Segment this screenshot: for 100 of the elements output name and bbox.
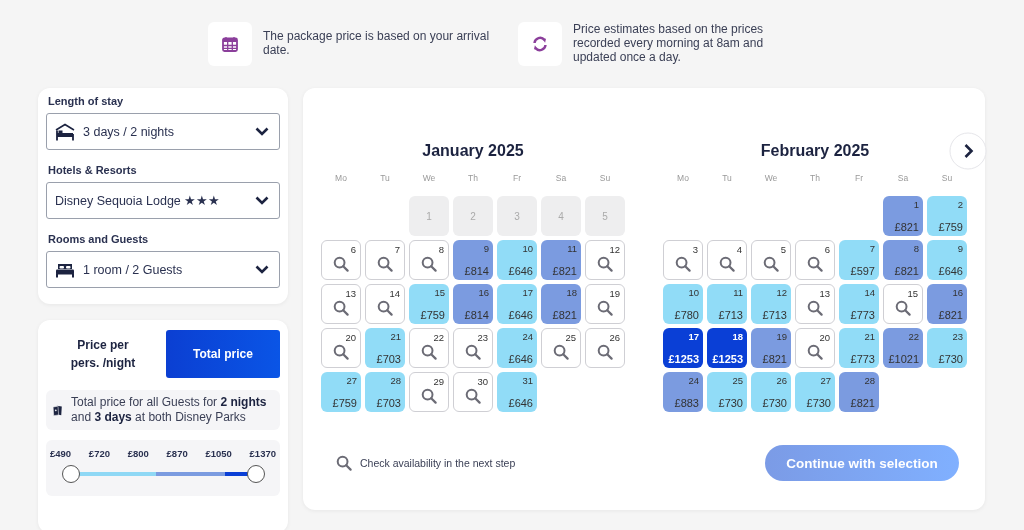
day-cell[interactable]: 12	[585, 240, 625, 280]
day-cell[interactable]: 7	[365, 240, 405, 280]
day-number: 11	[567, 243, 577, 255]
search-icon	[807, 256, 823, 272]
search-icon	[421, 344, 437, 360]
day-cell[interactable]: 10 £780	[663, 284, 703, 324]
day-cell[interactable]: 28 £703	[365, 372, 405, 412]
day-cell[interactable]: 31 £646	[497, 372, 537, 412]
price-text: £759	[420, 309, 445, 322]
day-cell[interactable]: 24 £646	[497, 328, 537, 368]
day-number: 16	[952, 287, 963, 299]
slider-handle[interactable]	[247, 465, 265, 483]
day-cell[interactable]: 12 £713	[751, 284, 791, 324]
day-number: 19	[609, 288, 620, 300]
day-cell[interactable]: 18 £821	[541, 284, 581, 324]
day-cell[interactable]: 15 £759	[409, 284, 449, 324]
day-number: 14	[389, 288, 400, 300]
day-cell[interactable]: 21 £703	[365, 328, 405, 368]
day-number: 21	[864, 331, 875, 343]
day-cell[interactable]: 17 £646	[497, 284, 537, 324]
day-cell[interactable]: 16 £821	[927, 284, 967, 324]
day-cell[interactable]: 26	[585, 328, 625, 368]
day-cell[interactable]: 21 £773	[839, 328, 879, 368]
search-icon	[597, 300, 613, 316]
price-text: £773	[850, 309, 875, 322]
price-label: £800	[127, 448, 149, 459]
day-cell[interactable]: 23	[453, 328, 493, 368]
day-cell[interactable]: 27 £730	[795, 372, 835, 412]
slider-handle[interactable]	[62, 465, 80, 483]
day-cell[interactable]: 18 £1253	[707, 328, 747, 368]
day-cell[interactable]: 14	[365, 284, 405, 324]
search-icon	[465, 344, 481, 360]
day-cell[interactable]: 20	[321, 328, 361, 368]
day-cell[interactable]: 30	[453, 372, 493, 412]
day-cell[interactable]: 17 £1253	[663, 328, 703, 368]
day-cell[interactable]: 19	[585, 284, 625, 324]
day-cell[interactable]: 8 £821	[883, 240, 923, 280]
day-cell[interactable]: 7 £597	[839, 240, 879, 280]
price-text: £821	[850, 397, 875, 410]
weekday-label: Fr	[854, 173, 864, 185]
dropdown[interactable]: 1 room / 2 Guests	[46, 251, 280, 288]
day-cell[interactable]: 6	[795, 240, 835, 280]
price-text: £821	[552, 309, 577, 322]
day-cell[interactable]: 13	[321, 284, 361, 324]
day-number: 17	[688, 331, 699, 343]
dropdown[interactable]: Disney Sequoia Lodge ★★★	[46, 182, 280, 219]
search-icon	[465, 388, 481, 404]
day-cell[interactable]: 11 £713	[707, 284, 747, 324]
day-cell[interactable]: 22 £1021	[883, 328, 923, 368]
day-number: 6	[350, 244, 356, 256]
dropdown[interactable]: 3 days / 2 nights	[46, 113, 280, 150]
day-cell[interactable]: 8	[409, 240, 449, 280]
day-number: 6	[824, 244, 830, 256]
day-cell[interactable]: 11 £821	[541, 240, 581, 280]
day-number: 13	[819, 288, 830, 300]
day-cell[interactable]: 5	[751, 240, 791, 280]
price-text: £730	[938, 353, 963, 366]
day-cell[interactable]: 14 £773	[839, 284, 879, 324]
month-title: February 2025	[760, 142, 870, 160]
day-cell[interactable]: 2 £759	[927, 196, 967, 236]
day-cell[interactable]: 28 £821	[839, 372, 879, 412]
day-number: 2	[957, 199, 963, 211]
price-text: £597	[850, 265, 875, 278]
day-cell[interactable]: 9 £814	[453, 240, 493, 280]
day-cell[interactable]: 26 £730	[751, 372, 791, 412]
price-text: £1021	[888, 353, 919, 366]
next-month-button[interactable]	[949, 132, 987, 170]
search-icon	[597, 344, 613, 360]
day-cell[interactable]: 3	[663, 240, 703, 280]
price-text: £1253	[668, 353, 699, 366]
day-cell[interactable]: 29	[409, 372, 449, 412]
weekday-label: Tu	[379, 173, 391, 185]
day-cell[interactable]: 16 £814	[453, 284, 493, 324]
day-cell[interactable]: 27 £759	[321, 372, 361, 412]
day-number: 8	[438, 244, 444, 256]
day-cell[interactable]: 25	[541, 328, 581, 368]
day-cell[interactable]: 23 £730	[927, 328, 967, 368]
day-cell[interactable]: 19 £821	[751, 328, 791, 368]
day-number: 10	[522, 243, 533, 255]
day-cell[interactable]: 1 £821	[883, 196, 923, 236]
day-cell[interactable]: 9 £646	[927, 240, 967, 280]
day-cell[interactable]: 13	[795, 284, 835, 324]
day-cell[interactable]: 10 £646	[497, 240, 537, 280]
day-cell[interactable]: 6	[321, 240, 361, 280]
day-cell[interactable]: 25 £730	[707, 372, 747, 412]
day-cell[interactable]: 20	[795, 328, 835, 368]
day-number: 31	[522, 375, 533, 387]
price-text: £646	[938, 265, 963, 278]
price-text: £703	[376, 353, 401, 366]
search-icon	[421, 256, 437, 272]
hint-text: Check availability in the next step	[360, 457, 516, 469]
info-text: Price estimates based on the prices recorded every morning at 8am and updated once a day.	[573, 22, 765, 64]
day-number: 8	[913, 243, 919, 255]
day-cell[interactable]: 4	[707, 240, 747, 280]
day-cell[interactable]: 22	[409, 328, 449, 368]
price-mode-tab[interactable]: Total price	[166, 330, 280, 378]
price-text: £814	[464, 309, 489, 322]
day-cell[interactable]: 15	[883, 284, 923, 324]
day-number: 30	[477, 376, 488, 388]
day-cell[interactable]: 24 £883	[663, 372, 703, 412]
